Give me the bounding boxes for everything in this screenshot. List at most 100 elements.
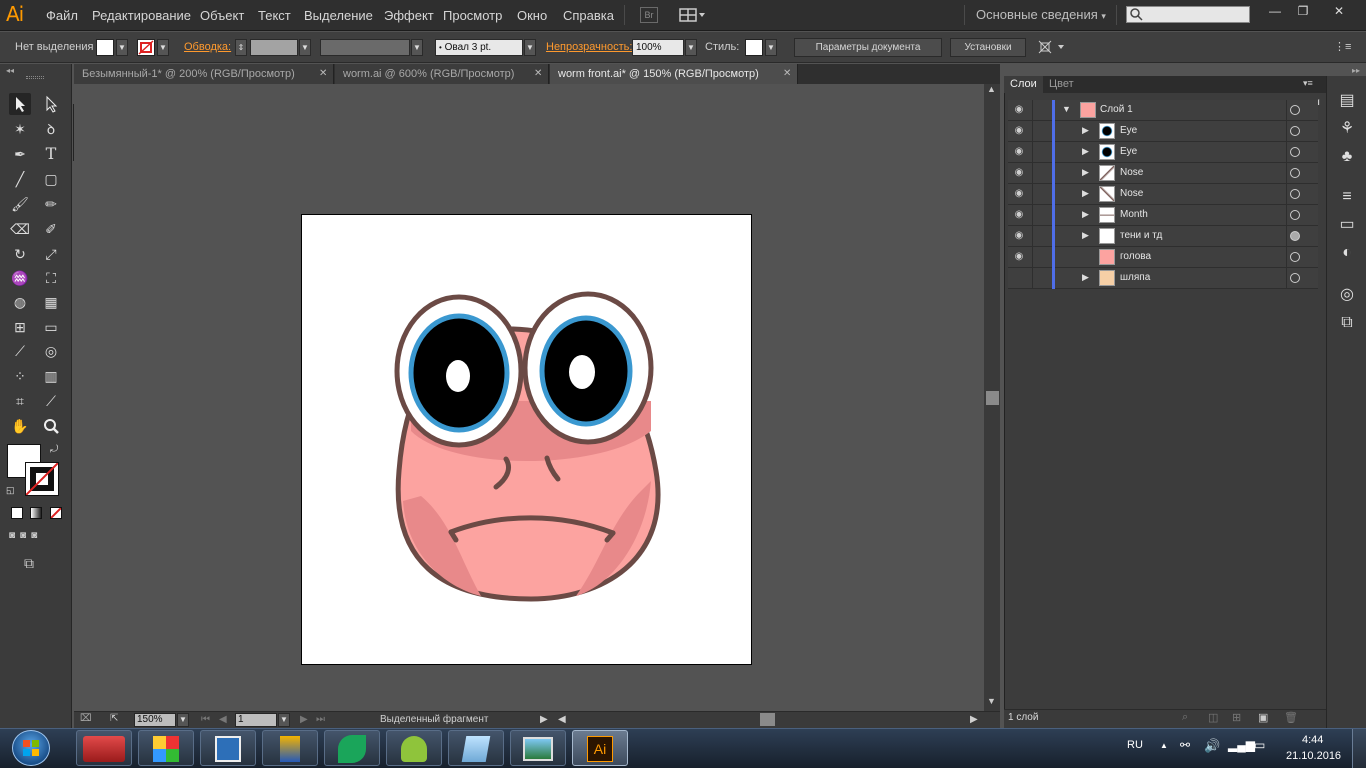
symbol-sprayer-tool-icon[interactable]: ⁘ bbox=[9, 365, 31, 387]
taskbar-app-1[interactable] bbox=[76, 730, 132, 766]
stroke-swatch[interactable] bbox=[137, 39, 155, 56]
help-search-input[interactable] bbox=[1126, 6, 1250, 23]
tab-color[interactable]: Цвет bbox=[1043, 76, 1080, 93]
status-menu-icon[interactable]: ▶ bbox=[540, 714, 548, 725]
artboard-number-field[interactable]: 1 bbox=[235, 713, 277, 727]
appearance-panel-icon[interactable]: ◎ bbox=[1336, 284, 1358, 306]
color-guide-icon[interactable]: ▤ bbox=[1336, 90, 1358, 112]
screen-mode-icon[interactable]: ⧉ bbox=[24, 555, 46, 571]
taskbar-android[interactable] bbox=[386, 730, 442, 766]
expand-triangle-icon[interactable]: ▶ bbox=[1082, 125, 1089, 136]
expand-triangle-icon[interactable]: ▶ bbox=[1082, 188, 1089, 199]
eyedropper-tool-icon[interactable]: ⟋ bbox=[9, 340, 31, 362]
preferences-button[interactable]: Установки bbox=[950, 38, 1026, 57]
default-fill-stroke-icon[interactable]: ◱ bbox=[6, 485, 15, 496]
target-icon[interactable] bbox=[1290, 189, 1300, 199]
scroll-right-icon[interactable]: ▶ bbox=[970, 714, 978, 725]
clock-date[interactable]: 21.10.2016 bbox=[1286, 750, 1341, 762]
taskbar-app-4[interactable] bbox=[262, 730, 318, 766]
symbols-icon[interactable]: ♣ bbox=[1336, 146, 1358, 168]
taskbar-app-5[interactable] bbox=[324, 730, 380, 766]
menu-object[interactable]: Объект bbox=[200, 8, 244, 23]
shape-builder-tool-icon[interactable]: ◍ bbox=[9, 291, 31, 313]
expand-dock-icon[interactable]: ▸▸ bbox=[1352, 66, 1360, 75]
swap-fill-stroke-icon[interactable]: ⤾ bbox=[50, 444, 58, 455]
stroke-label[interactable]: Обводка: bbox=[184, 41, 231, 53]
panel-grip[interactable] bbox=[26, 76, 44, 79]
expand-triangle-icon[interactable]: ▶ bbox=[1082, 167, 1089, 178]
menu-window[interactable]: Окно bbox=[517, 8, 547, 23]
show-hidden-icons-icon[interactable]: ▲ bbox=[1160, 741, 1168, 750]
opacity-dropdown[interactable]: ▼ bbox=[685, 39, 697, 56]
stroke-weight-stepper[interactable]: ⇕ bbox=[235, 39, 247, 56]
eye-icon[interactable]: ◉ bbox=[1012, 208, 1026, 222]
menu-view[interactable]: Просмотр bbox=[443, 8, 502, 23]
scroll-up-icon[interactable]: ▲ bbox=[987, 84, 996, 94]
gradient-panel-icon[interactable]: ▭ bbox=[1336, 214, 1358, 236]
slice-tool-icon[interactable]: ⟋ bbox=[40, 390, 62, 412]
collapse-icon[interactable]: ◂◂ bbox=[6, 66, 14, 75]
expand-triangle-icon[interactable]: ▶ bbox=[1082, 230, 1089, 241]
graphic-style-dropdown[interactable]: ▼ bbox=[765, 39, 777, 56]
locate-object-icon[interactable]: ⌕ bbox=[1182, 711, 1188, 724]
rounded-rectangle-tool-icon[interactable]: ▢ bbox=[40, 168, 62, 190]
transform-align-button[interactable] bbox=[1038, 40, 1068, 54]
hand-tool-icon[interactable]: ✋ bbox=[9, 415, 31, 437]
line-segment-tool-icon[interactable]: ╱ bbox=[9, 168, 31, 190]
eye-icon[interactable]: ◉ bbox=[1012, 103, 1026, 117]
lasso-tool-icon[interactable]: ꝺ bbox=[40, 118, 62, 140]
graphic-styles-icon[interactable]: ⧉ bbox=[1336, 312, 1358, 334]
bridge-button[interactable]: Br bbox=[640, 7, 658, 23]
expand-triangle-icon[interactable]: ▶ bbox=[1082, 209, 1089, 220]
target-icon[interactable] bbox=[1290, 168, 1300, 178]
opacity-label[interactable]: Непрозрачность: bbox=[546, 41, 632, 53]
layer-row-shadows[interactable]: ◉ ▶ тени и тд bbox=[1008, 226, 1318, 247]
expand-triangle-icon[interactable]: ▼ bbox=[1062, 104, 1071, 114]
artboard-dropdown[interactable]: ▼ bbox=[278, 713, 290, 727]
taskbar-notepad[interactable] bbox=[448, 730, 504, 766]
drawing-modes-icon[interactable]: ◙◙◙ bbox=[9, 530, 63, 544]
start-button[interactable] bbox=[12, 730, 50, 766]
scroll-left-icon[interactable]: ◀ bbox=[558, 714, 566, 725]
layer-row-nose-2[interactable]: ◉ ▶ Nose bbox=[1008, 184, 1318, 205]
menu-edit[interactable]: Редактирование bbox=[92, 8, 191, 23]
eye-icon[interactable]: ◉ bbox=[1012, 229, 1026, 243]
color-mode-icon[interactable] bbox=[11, 507, 23, 519]
close-window-button[interactable]: ✕ bbox=[1326, 4, 1352, 18]
variable-width-profile[interactable] bbox=[320, 39, 410, 56]
menu-help[interactable]: Справка bbox=[563, 8, 614, 23]
status-icon[interactable]: ⌧ bbox=[80, 713, 100, 727]
column-graph-tool-icon[interactable]: ▥ bbox=[40, 365, 62, 387]
layer-row-nose-1[interactable]: ◉ ▶ Nose bbox=[1008, 163, 1318, 184]
new-layer-icon[interactable]: ▣ bbox=[1258, 711, 1268, 724]
target-icon[interactable] bbox=[1290, 210, 1300, 220]
stroke-panel-icon[interactable]: ≡ bbox=[1336, 186, 1358, 208]
target-icon[interactable] bbox=[1290, 273, 1300, 283]
taskbar-app-2[interactable] bbox=[138, 730, 194, 766]
tab-worm[interactable]: worm.ai @ 600% (RGB/Просмотр) ✕ bbox=[335, 64, 549, 84]
magic-wand-tool-icon[interactable]: ✶ bbox=[9, 118, 31, 140]
eye-icon[interactable]: ◉ bbox=[1012, 166, 1026, 180]
perspective-grid-tool-icon[interactable]: ▦ bbox=[40, 291, 62, 313]
opacity-input[interactable]: 100% bbox=[632, 39, 684, 56]
direct-selection-tool-icon[interactable] bbox=[40, 93, 62, 115]
graphic-style-swatch[interactable] bbox=[745, 39, 763, 56]
clock-time[interactable]: 4:44 bbox=[1302, 734, 1323, 746]
worm-face-artwork[interactable] bbox=[302, 215, 751, 664]
tab-layers[interactable]: Слои bbox=[1004, 76, 1043, 93]
control-panel-menu-icon[interactable]: ⋮≡ bbox=[1334, 40, 1351, 54]
layer-row-layer1[interactable]: ◉ ▼ Слой 1 bbox=[1008, 100, 1318, 121]
target-icon[interactable] bbox=[1290, 231, 1300, 241]
brushes-icon[interactable]: ⚘ bbox=[1336, 118, 1358, 140]
eye-icon[interactable]: ◉ bbox=[1012, 124, 1026, 138]
fill-swatch[interactable] bbox=[96, 39, 114, 56]
stroke-weight-field[interactable] bbox=[250, 39, 298, 56]
tab-worm-front[interactable]: worm front.ai* @ 150% (RGB/Просмотр) ✕ bbox=[550, 64, 798, 84]
fill-dropdown[interactable]: ▼ bbox=[116, 39, 128, 56]
panel-menu-icon[interactable]: ▾≡ bbox=[1303, 78, 1313, 89]
battery-icon[interactable]: ▭ bbox=[1254, 738, 1265, 752]
taskbar-illustrator[interactable]: Ai bbox=[572, 730, 628, 766]
menu-effect[interactable]: Эффект bbox=[384, 8, 434, 23]
eye-icon[interactable]: ◉ bbox=[1012, 145, 1026, 159]
transparency-panel-icon[interactable]: ◐ bbox=[1336, 242, 1358, 264]
